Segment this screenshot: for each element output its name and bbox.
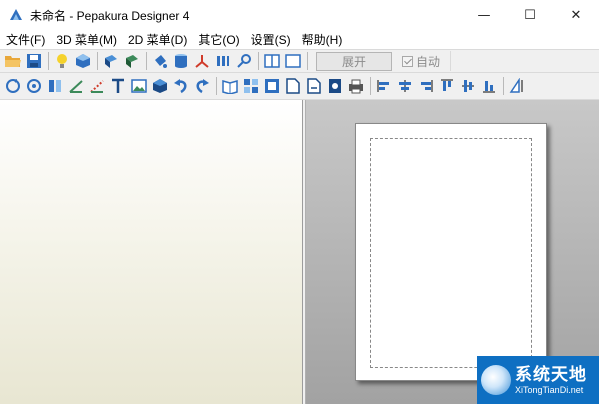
join-icon[interactable] — [46, 77, 64, 95]
layout-single-icon[interactable] — [284, 52, 302, 70]
watermark-text: 系统天地 XiTongTianDi.net — [515, 365, 587, 396]
layout-split-icon[interactable] — [263, 52, 281, 70]
window-controls: — ☐ ✕ — [461, 0, 599, 30]
align-left-icon[interactable] — [375, 77, 393, 95]
toolbar-separator — [146, 52, 147, 70]
text-icon[interactable] — [109, 77, 127, 95]
edit-toolbar — [0, 73, 599, 100]
watermark-url: XiTongTianDi.net — [515, 384, 584, 395]
fill-icon[interactable] — [263, 77, 281, 95]
auto-checkbox-box[interactable] — [402, 55, 413, 67]
cylinder-icon[interactable] — [172, 52, 190, 70]
page-next-icon[interactable] — [305, 77, 323, 95]
site-watermark: 系统天地 XiTongTianDi.net — [477, 356, 599, 404]
select-face-icon[interactable] — [102, 52, 120, 70]
watermark-chinese-name: 系统天地 — [515, 364, 587, 385]
printable-area-border — [370, 138, 532, 368]
edge-icon[interactable] — [67, 77, 85, 95]
menu-bar: 文件(F) 3D 菜单(M) 2D 菜单(D) 其它(O) 设置(S) 帮助(H… — [0, 30, 599, 49]
menu-settings[interactable]: 设置(S) — [251, 31, 291, 48]
redo-icon[interactable] — [193, 77, 211, 95]
maximize-button[interactable]: ☐ — [507, 0, 553, 30]
lightbulb-icon[interactable] — [53, 52, 71, 70]
page-add-icon[interactable] — [284, 77, 302, 95]
unfold-button[interactable]: 展开 — [316, 51, 392, 71]
texture-cube-icon[interactable] — [74, 52, 92, 70]
print-icon[interactable] — [347, 77, 365, 95]
window-title: 未命名 - Pepakura Designer 4 — [30, 8, 190, 23]
grid-icon[interactable] — [242, 77, 260, 95]
3d-view-pane[interactable] — [0, 100, 303, 404]
watermark-logo-icon — [481, 365, 511, 395]
menu-3d[interactable]: 3D 菜单(M) — [56, 31, 117, 48]
toolbar-separator — [258, 52, 259, 70]
save-icon[interactable] — [25, 52, 43, 70]
axis-icon[interactable] — [193, 52, 211, 70]
main-toolbar: 展开 自动 — [0, 49, 599, 73]
menu-other[interactable]: 其它(O) — [198, 31, 239, 48]
title-bar: 未命名 - Pepakura Designer 4 — ☐ ✕ — [0, 0, 599, 30]
toolbar-separator — [216, 77, 217, 95]
link-icon[interactable] — [235, 52, 253, 70]
flip-icon[interactable] — [214, 52, 232, 70]
rotate-icon[interactable] — [4, 77, 22, 95]
open-folder-icon[interactable] — [4, 52, 22, 70]
page-settings-icon[interactable] — [326, 77, 344, 95]
measure-icon[interactable] — [508, 77, 526, 95]
menu-help[interactable]: 帮助(H) — [302, 31, 343, 48]
align-right-icon[interactable] — [417, 77, 435, 95]
paper-sheet — [355, 123, 547, 381]
box-icon[interactable] — [151, 77, 169, 95]
toolbar-separator — [370, 77, 371, 95]
minimize-button[interactable]: — — [461, 0, 507, 30]
pepakura-app-icon — [10, 9, 22, 20]
orbit-icon[interactable] — [25, 77, 43, 95]
align-middle-icon[interactable] — [459, 77, 477, 95]
align-top-icon[interactable] — [438, 77, 456, 95]
toolbar-separator — [97, 52, 98, 70]
toolbar-separator — [307, 52, 308, 70]
menu-2d[interactable]: 2D 菜单(D) — [128, 31, 187, 48]
auto-checkbox[interactable]: 自动 — [402, 53, 440, 70]
select-part-icon[interactable] — [123, 52, 141, 70]
auto-checkbox-label: 自动 — [416, 54, 441, 69]
align-center-icon[interactable] — [396, 77, 414, 95]
book-icon[interactable] — [221, 77, 239, 95]
paint-bucket-icon[interactable] — [151, 52, 169, 70]
close-button[interactable]: ✕ — [553, 0, 599, 30]
fold-line-icon[interactable] — [88, 77, 106, 95]
undo-icon[interactable] — [172, 77, 190, 95]
menu-file[interactable]: 文件(F) — [6, 31, 45, 48]
align-bottom-icon[interactable] — [480, 77, 498, 95]
toolbar-empty-area — [450, 51, 550, 71]
image-icon[interactable] — [130, 77, 148, 95]
toolbar-separator — [48, 52, 49, 70]
toolbar-separator — [503, 77, 504, 95]
